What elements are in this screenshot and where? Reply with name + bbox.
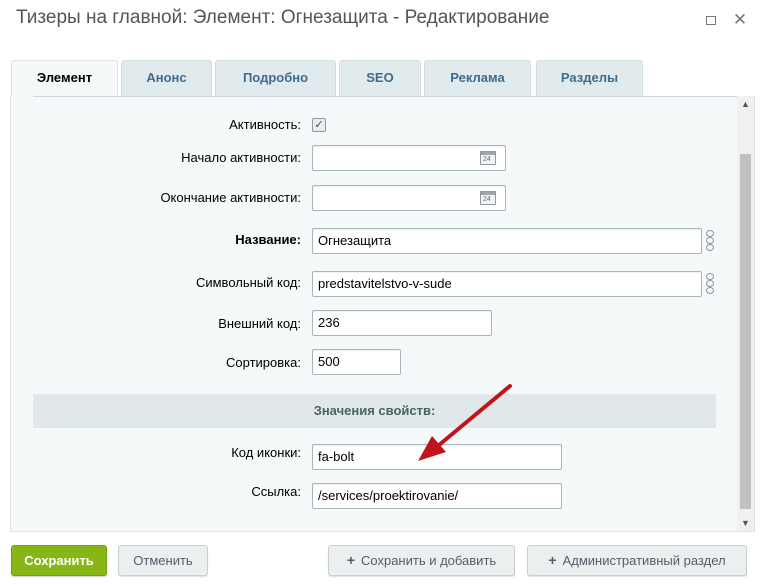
name-label: Название: xyxy=(235,232,301,247)
active-checkbox[interactable]: ✓ xyxy=(312,118,326,132)
external-code-label: Внешний код: xyxy=(218,316,301,331)
maximize-icon[interactable] xyxy=(703,12,719,28)
titlebar: Тизеры на главной: Элемент: Огнезащита -… xyxy=(0,0,760,40)
scrollbar[interactable]: ▲ ▼ xyxy=(737,96,754,531)
sort-label: Сортировка: xyxy=(226,355,301,370)
sort-input[interactable]: 500 xyxy=(312,349,401,375)
properties-heading: Значения свойств: xyxy=(33,394,716,428)
plus-icon: + xyxy=(346,552,355,568)
active-label: Активность: xyxy=(229,117,301,132)
cancel-button[interactable]: Отменить xyxy=(118,545,208,576)
admin-section-button[interactable]: + Административный раздел xyxy=(527,545,747,576)
dialog-title: Тизеры на главной: Элемент: Огнезащита -… xyxy=(16,7,550,28)
link-input[interactable]: /services/proektirovanie/ xyxy=(312,483,562,509)
date-start-input[interactable] xyxy=(312,145,506,171)
name-input[interactable]: Огнезащита xyxy=(312,228,702,254)
link-chain-icon[interactable] xyxy=(705,230,715,252)
tab-announce[interactable]: Анонс xyxy=(121,60,212,96)
plus-icon: + xyxy=(548,552,557,568)
link-label: Ссылка: xyxy=(251,484,301,499)
save-button[interactable]: Сохранить xyxy=(11,545,107,576)
tab-sections[interactable]: Разделы xyxy=(536,60,643,96)
tab-details[interactable]: Подробно xyxy=(215,60,336,96)
link-chain-icon[interactable] xyxy=(705,273,715,295)
icon-code-label: Код иконки: xyxy=(231,445,301,460)
icon-code-input[interactable]: fa-bolt xyxy=(312,444,562,470)
close-icon[interactable]: ✕ xyxy=(732,11,748,28)
date-end-input[interactable] xyxy=(312,185,506,211)
tab-bar: Элемент Анонс Подробно SEO Реклама Разде… xyxy=(10,60,750,97)
calendar-icon[interactable]: 24 xyxy=(480,151,496,165)
tab-seo[interactable]: SEO xyxy=(339,60,421,96)
external-code-input[interactable]: 236 xyxy=(312,310,492,336)
dialog-footer: Сохранить Отменить + Сохранить и добавить… xyxy=(0,532,760,585)
tab-element[interactable]: Элемент xyxy=(11,60,118,97)
tab-ads[interactable]: Реклама xyxy=(424,60,531,96)
tab-panel-element: Активность: ✓ Начало активности: 24 Окон… xyxy=(10,96,755,532)
code-label: Символьный код: xyxy=(195,275,301,290)
scroll-up-icon[interactable]: ▲ xyxy=(737,96,754,113)
dialog-content: Элемент Анонс Подробно SEO Реклама Разде… xyxy=(10,40,755,532)
date-start-label: Начало активности: xyxy=(181,150,301,165)
edit-dialog: Тизеры на главной: Элемент: Огнезащита -… xyxy=(0,0,760,585)
scroll-down-icon[interactable]: ▼ xyxy=(737,515,754,531)
scroll-thumb[interactable] xyxy=(740,154,751,509)
code-input[interactable]: predstavitelstvo-v-sude xyxy=(312,271,702,297)
calendar-icon[interactable]: 24 xyxy=(480,191,496,205)
save-and-add-button[interactable]: + Сохранить и добавить xyxy=(328,545,515,576)
date-end-label: Окончание активности: xyxy=(160,190,301,205)
